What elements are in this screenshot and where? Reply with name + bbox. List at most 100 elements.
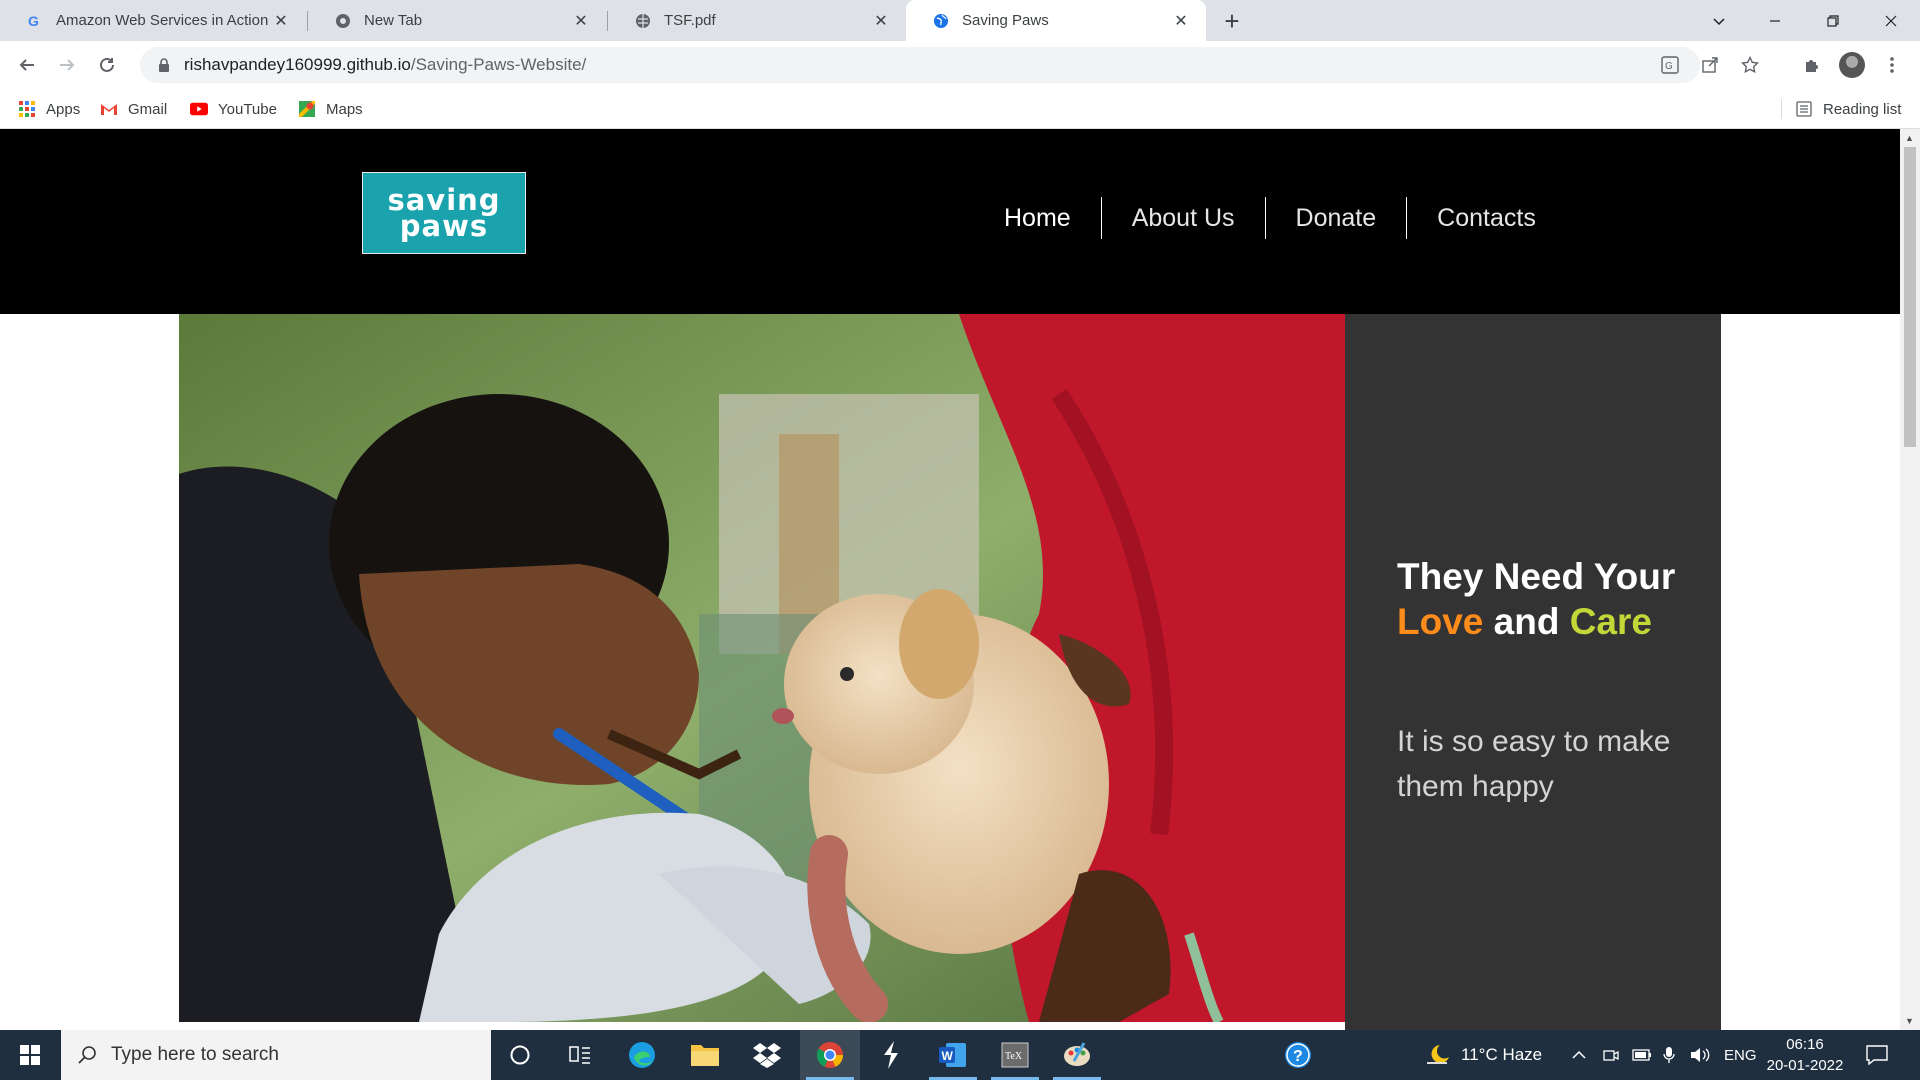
nav-home[interactable]: Home xyxy=(974,197,1101,239)
edge-icon xyxy=(629,1042,655,1068)
close-icon[interactable]: ✕ xyxy=(270,10,292,32)
notifications-button[interactable] xyxy=(1866,1030,1888,1080)
reading-list-button[interactable]: Reading list xyxy=(1795,89,1901,129)
main-nav: Home About Us Donate Contacts xyxy=(974,197,1566,239)
tab-aws[interactable]: G Amazon Web Services in Action - ✕ xyxy=(0,0,306,41)
language-indicator[interactable]: ENG xyxy=(1724,1030,1757,1080)
bookmark-youtube[interactable]: YouTube xyxy=(190,89,277,129)
url-text: rishavpandey160999.github.io/Saving-Paws… xyxy=(184,55,586,75)
svg-text:G: G xyxy=(28,13,39,29)
weather-widget[interactable]: 11°C Haze xyxy=(1425,1030,1542,1080)
close-icon[interactable]: ✕ xyxy=(570,10,592,32)
meet-now-button[interactable] xyxy=(1603,1030,1619,1080)
word-icon: W xyxy=(939,1043,966,1067)
reading-list-icon xyxy=(1795,100,1813,118)
bookmark-star-icon[interactable] xyxy=(1734,47,1766,83)
search-placeholder: Type here to search xyxy=(111,1044,279,1065)
tab-search-button[interactable] xyxy=(1690,0,1748,41)
hero-subtext: It is so easy to make them happy xyxy=(1397,725,1671,803)
taskbar-file-explorer[interactable] xyxy=(675,1030,735,1080)
address-bar[interactable]: rishavpandey160999.github.io/Saving-Paws… xyxy=(140,47,1759,83)
cortana-button[interactable] xyxy=(490,1030,550,1080)
search-icon xyxy=(78,1046,96,1064)
bookmark-label: YouTube xyxy=(218,100,277,118)
share-icon[interactable] xyxy=(1694,47,1726,83)
paint-palette-icon xyxy=(1064,1042,1090,1066)
taskbar-clock[interactable]: 06:16 20-01-2022 xyxy=(1760,1034,1850,1076)
task-view-button[interactable] xyxy=(550,1030,610,1080)
hero-image xyxy=(179,314,1345,1022)
svg-text:TeX: TeX xyxy=(1005,1051,1023,1062)
extensions-button[interactable] xyxy=(1797,50,1827,80)
tab-strip: G Amazon Web Services in Action - ✕ New … xyxy=(0,0,1920,41)
back-button[interactable] xyxy=(12,50,42,80)
volume-button[interactable] xyxy=(1690,1030,1710,1080)
cortana-circle-icon xyxy=(510,1045,530,1065)
taskbar-edge[interactable] xyxy=(612,1030,672,1080)
tab-new-tab[interactable]: New Tab ✕ xyxy=(308,0,606,41)
avatar xyxy=(1839,52,1865,78)
site-header: saving paws Home About Us Donate Contact… xyxy=(0,129,1900,314)
browser-toolbar: rishavpandey160999.github.io/Saving-Paws… xyxy=(0,41,1920,89)
taskbar-search-box[interactable]: Type here to search xyxy=(61,1030,491,1080)
moon-haze-icon xyxy=(1427,1045,1449,1064)
minimize-button[interactable] xyxy=(1746,0,1804,41)
page-scrollbar[interactable]: ▲ ▼ xyxy=(1900,129,1920,1030)
bookmarks-bar: Apps Gmail YouTube Maps Reading list xyxy=(0,89,1920,129)
vet-with-puppy-photo xyxy=(179,314,1345,1022)
dropbox-icon xyxy=(753,1043,781,1068)
bookmark-maps[interactable]: Maps xyxy=(298,89,363,129)
bookmark-label: Gmail xyxy=(128,100,168,118)
svg-text:W: W xyxy=(942,1049,954,1063)
folder-icon xyxy=(691,1045,719,1066)
close-window-button[interactable] xyxy=(1862,0,1920,41)
close-icon[interactable]: ✕ xyxy=(870,10,892,32)
maps-icon xyxy=(298,100,316,118)
battery-icon xyxy=(1632,1049,1651,1061)
reload-button[interactable] xyxy=(92,50,122,80)
start-button[interactable] xyxy=(0,1030,60,1080)
new-tab-button[interactable]: + xyxy=(1218,8,1246,36)
forward-button[interactable] xyxy=(52,50,82,80)
tab-saving-paws[interactable]: Saving Paws ✕ xyxy=(906,0,1206,41)
translate-icon[interactable]: G xyxy=(1654,47,1686,83)
tab-title: Amazon Web Services in Action - xyxy=(56,12,270,29)
url-path: /Saving-Paws-Website/ xyxy=(410,55,587,74)
scroll-down-icon[interactable]: ▼ xyxy=(1905,1016,1914,1026)
url-host: rishavpandey160999.github.io xyxy=(184,55,411,74)
lock-icon xyxy=(150,58,178,72)
taskbar-word[interactable]: W xyxy=(923,1030,983,1080)
taskbar-dropbox[interactable] xyxy=(737,1030,797,1080)
hero-heading-part1: They Need Your xyxy=(1397,556,1676,597)
globe-icon xyxy=(932,12,950,30)
taskbar-paint[interactable] xyxy=(1047,1030,1107,1080)
tab-title: New Tab xyxy=(364,12,423,29)
restore-button[interactable] xyxy=(1804,0,1862,41)
show-hidden-icons-button[interactable] xyxy=(1572,1030,1586,1080)
clock-time: 06:16 xyxy=(1786,1036,1824,1053)
scroll-up-icon[interactable]: ▲ xyxy=(1905,133,1914,143)
nav-donate[interactable]: Donate xyxy=(1264,197,1407,239)
scrollbar-thumb[interactable] xyxy=(1904,147,1916,447)
menu-button[interactable] xyxy=(1877,50,1907,80)
bookmark-apps[interactable]: Apps xyxy=(18,89,80,129)
nav-contacts[interactable]: Contacts xyxy=(1406,197,1566,239)
tex-icon: TeX xyxy=(1001,1042,1029,1068)
svg-text:G: G xyxy=(1665,61,1673,72)
nav-about-us[interactable]: About Us xyxy=(1100,197,1265,239)
taskbar-chrome[interactable] xyxy=(800,1030,860,1080)
windows-logo-icon xyxy=(20,1045,40,1065)
tab-tsf-pdf[interactable]: TSF.pdf ✕ xyxy=(608,0,906,41)
bookmark-gmail[interactable]: Gmail xyxy=(100,89,167,129)
task-view-icon xyxy=(569,1046,590,1064)
microphone-button[interactable] xyxy=(1663,1030,1675,1080)
taskbar-tex-editor[interactable]: TeX xyxy=(985,1030,1045,1080)
close-icon[interactable]: ✕ xyxy=(1170,10,1192,32)
battery-button[interactable] xyxy=(1632,1030,1652,1080)
profile-button[interactable] xyxy=(1837,50,1867,80)
help-icon: ? xyxy=(1285,1042,1311,1068)
youtube-icon xyxy=(190,100,208,118)
taskbar-help[interactable]: ? xyxy=(1268,1030,1328,1080)
site-logo[interactable]: saving paws xyxy=(362,172,526,254)
taskbar-app-bolt[interactable] xyxy=(861,1030,921,1080)
